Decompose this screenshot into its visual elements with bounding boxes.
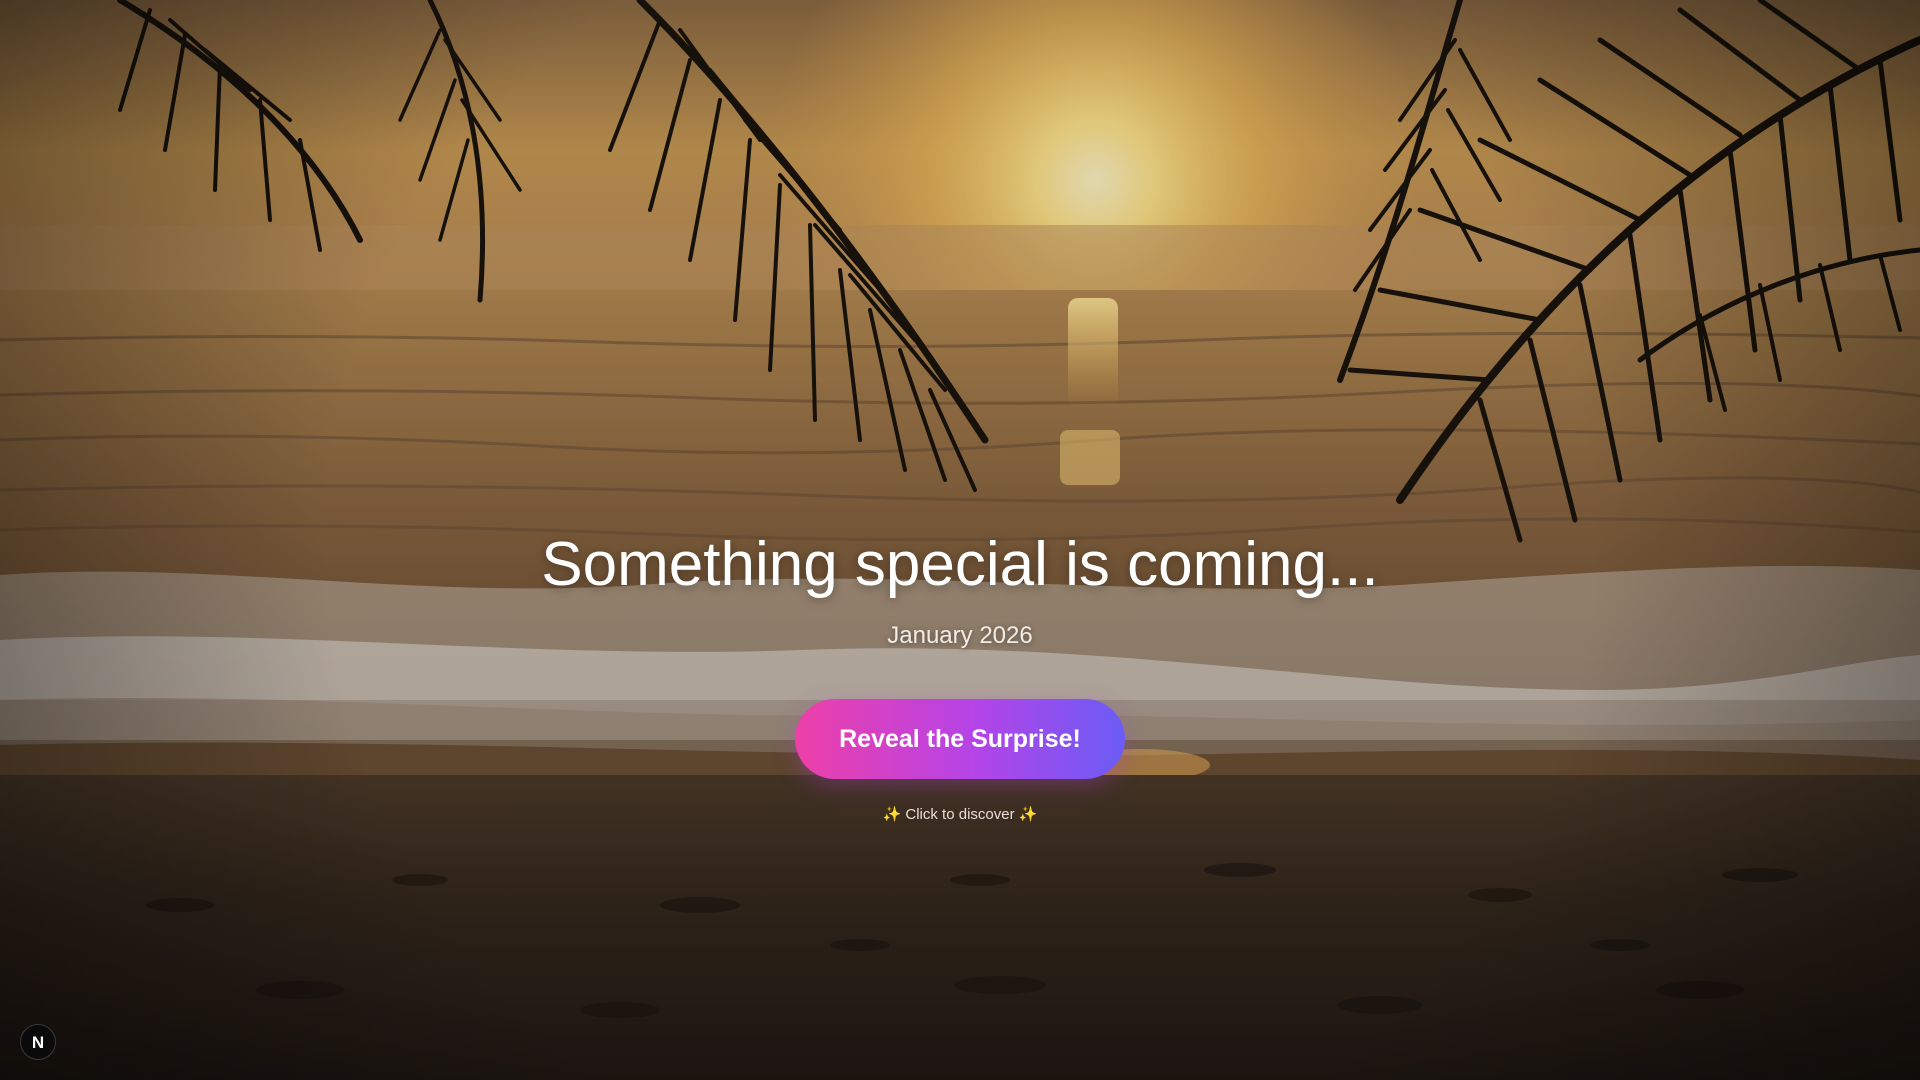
headline: Something special is coming...: [541, 530, 1379, 599]
launch-date: January 2026: [887, 622, 1033, 649]
click-hint: ✨ Click to discover ✨: [0, 805, 1920, 825]
click-hint-text: Click to discover: [905, 806, 1015, 823]
page: Something special is coming... January 2…: [0, 0, 1920, 1080]
reveal-surprise-button[interactable]: Reveal the Surprise!: [795, 699, 1125, 779]
hero-section: Something special is coming... January 2…: [0, 520, 1920, 825]
sparkles-icon: ✨: [1018, 806, 1038, 823]
sparkles-icon: ✨: [882, 806, 902, 823]
nextjs-logo-icon[interactable]: N: [20, 1024, 56, 1060]
